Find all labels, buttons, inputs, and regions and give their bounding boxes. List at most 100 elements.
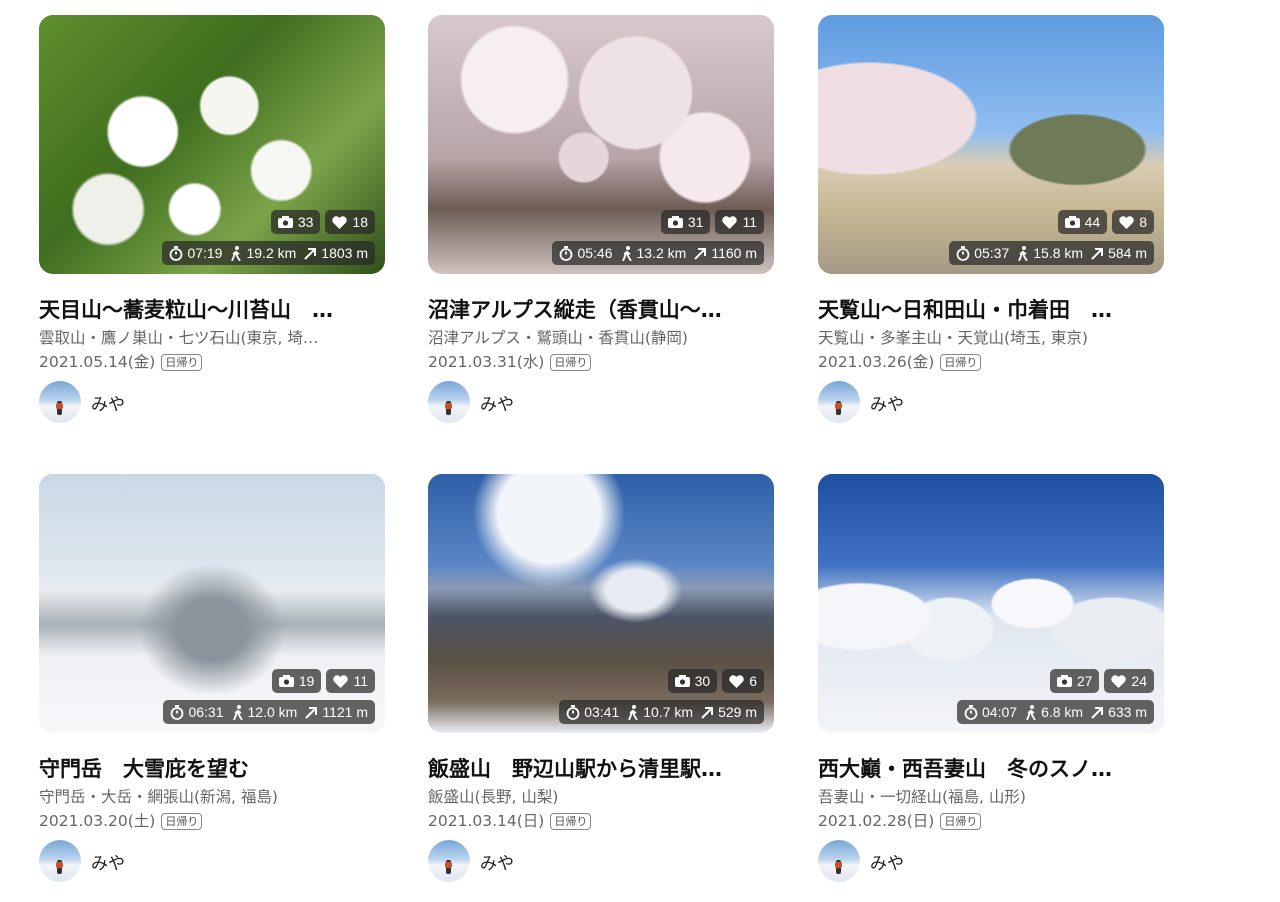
- distance-value: 13.2 km: [636, 245, 687, 261]
- time-value: 07:19: [187, 245, 223, 261]
- activity-photo[interactable]: 44 8 05:37 15.8 km 584 m: [818, 15, 1164, 274]
- heart-icon: [1111, 674, 1127, 688]
- activity-title[interactable]: 天目山〜蕎麦粒山〜川苔山 …: [39, 296, 375, 324]
- avatar[interactable]: [39, 381, 81, 423]
- activity-photo[interactable]: 19 11 06:31 12.0 km 1121 m: [39, 474, 385, 733]
- user-name[interactable]: みや: [91, 390, 125, 415]
- photo-count-value: 19: [298, 673, 315, 689]
- ascent-value: 584 m: [1108, 245, 1147, 261]
- like-count: 6: [722, 669, 764, 693]
- walk-icon: [1026, 704, 1036, 720]
- activity-title[interactable]: 飯盛山 野辺山駅から清里駅…: [428, 755, 764, 783]
- photo-count-value: 27: [1076, 673, 1093, 689]
- activity-card[interactable]: 44 8 05:37 15.8 km 584 m 天覧山〜日和田山・巾着田 … …: [818, 15, 1164, 423]
- activity-user[interactable]: みや: [428, 840, 774, 882]
- photo-count: 30: [667, 669, 718, 693]
- activity-date: 2021.03.14(日): [428, 812, 545, 830]
- activity-date-row: 2021.05.14(金) 日帰り: [39, 351, 385, 373]
- user-name[interactable]: みや: [870, 849, 904, 874]
- user-name[interactable]: みや: [91, 849, 125, 874]
- activity-user[interactable]: みや: [428, 381, 774, 423]
- ascent-arrow-icon: [304, 247, 317, 260]
- activity-user[interactable]: みや: [818, 381, 1164, 423]
- activity-area[interactable]: 雲取山・鷹ノ巣山・七ツ石山(東京, 埼…: [39, 327, 375, 349]
- activity-area[interactable]: 守門岳・大岳・網張山(新潟, 福島): [39, 786, 375, 808]
- photo-count: 31: [660, 210, 711, 234]
- timer-icon: [964, 704, 978, 720]
- photo-count-value: 44: [1084, 214, 1101, 230]
- walk-icon: [1018, 245, 1029, 261]
- camera-icon: [1056, 675, 1072, 687]
- ascent-arrow-icon: [694, 247, 707, 260]
- activity-title[interactable]: 西大巓・西吾妻山 冬のスノ…: [818, 755, 1154, 783]
- activity-photo[interactable]: 33 18 07:19 19.2 km 1803 m: [39, 15, 385, 274]
- activity-stats: 07:19 19.2 km 1803 m: [162, 241, 375, 265]
- avatar[interactable]: [428, 381, 470, 423]
- time-value: 04:07: [982, 704, 1018, 720]
- activity-user[interactable]: みや: [39, 381, 385, 423]
- activity-user[interactable]: みや: [818, 840, 1164, 882]
- activity-user[interactable]: みや: [39, 840, 385, 882]
- activity-area[interactable]: 吾妻山・一切経山(福島, 山形): [818, 786, 1154, 808]
- activity-area[interactable]: 沼津アルプス・鷲頭山・香貫山(静岡): [428, 327, 764, 349]
- time-value: 05:37: [974, 245, 1010, 261]
- trip-type-badge: 日帰り: [161, 353, 203, 371]
- trip-type-badge: 日帰り: [940, 353, 982, 371]
- photo-count: 33: [270, 210, 321, 234]
- activity-date: 2021.03.26(金): [818, 353, 935, 371]
- trip-type-badge: 日帰り: [940, 812, 982, 830]
- avatar[interactable]: [818, 381, 860, 423]
- like-count-value: 11: [742, 214, 757, 230]
- activity-stats: 05:37 15.8 km 584 m: [949, 241, 1154, 265]
- user-name[interactable]: みや: [870, 390, 904, 415]
- activity-stats: 04:07 6.8 km 633 m: [957, 700, 1154, 724]
- photo-count: 27: [1049, 669, 1100, 693]
- heart-icon: [722, 215, 738, 229]
- activity-date: 2021.05.14(金): [39, 353, 156, 371]
- timer-icon: [171, 704, 184, 720]
- activity-date: 2021.02.28(日): [818, 812, 935, 830]
- like-count-value: 24: [1131, 673, 1147, 689]
- activity-card[interactable]: 30 6 03:41 10.7 km 529 m 飯盛山 野辺山駅から清里駅… …: [428, 474, 774, 882]
- activity-date-row: 2021.03.31(水) 日帰り: [428, 351, 774, 373]
- distance-value: 12.0 km: [247, 704, 298, 720]
- avatar[interactable]: [39, 840, 81, 882]
- activity-date-row: 2021.03.14(日) 日帰り: [428, 810, 774, 832]
- activity-card[interactable]: 27 24 04:07 6.8 km 633 m 西大巓・西吾妻山 冬のスノ… …: [818, 474, 1164, 882]
- user-name[interactable]: みや: [480, 390, 514, 415]
- activity-card[interactable]: 19 11 06:31 12.0 km 1121 m 守門岳 大雪庇を望む 守門…: [39, 474, 385, 882]
- timer-icon: [566, 704, 580, 720]
- avatar[interactable]: [428, 840, 470, 882]
- activity-area[interactable]: 天覧山・多峯主山・天覚山(埼玉, 東京): [818, 327, 1154, 349]
- trip-type-badge: 日帰り: [550, 812, 592, 830]
- activity-photo[interactable]: 31 11 05:46 13.2 km 1160 m: [428, 15, 774, 274]
- camera-icon: [674, 675, 690, 687]
- like-count-value: 11: [353, 673, 368, 689]
- ascent-arrow-icon: [1091, 706, 1104, 719]
- like-count: 11: [326, 669, 375, 693]
- photo-count-value: 33: [297, 214, 314, 230]
- activity-title[interactable]: 天覧山〜日和田山・巾着田 …: [818, 296, 1154, 324]
- ascent-value: 633 m: [1108, 704, 1147, 720]
- activity-stats: 06:31 12.0 km 1121 m: [163, 700, 375, 724]
- activity-card[interactable]: 31 11 05:46 13.2 km 1160 m 沼津アルプス縦走（香貫山〜…: [428, 15, 774, 423]
- heart-icon: [729, 674, 744, 688]
- ascent-arrow-icon: [1091, 247, 1104, 260]
- activity-photo[interactable]: 27 24 04:07 6.8 km 633 m: [818, 474, 1164, 733]
- distance-value: 15.8 km: [1033, 245, 1084, 261]
- avatar[interactable]: [818, 840, 860, 882]
- heart-icon: [332, 215, 348, 229]
- activity-date-row: 2021.03.26(金) 日帰り: [818, 351, 1164, 373]
- user-name[interactable]: みや: [480, 849, 514, 874]
- activity-title[interactable]: 沼津アルプス縦走（香貫山〜…: [428, 296, 764, 324]
- activity-date-row: 2021.03.20(土) 日帰り: [39, 810, 385, 832]
- activity-area[interactable]: 飯盛山(長野, 山梨): [428, 786, 764, 808]
- time-value: 05:46: [577, 245, 613, 261]
- camera-icon: [1064, 216, 1080, 228]
- time-value: 06:31: [188, 704, 224, 720]
- activity-photo[interactable]: 30 6 03:41 10.7 km 529 m: [428, 474, 774, 733]
- ascent-value: 1803 m: [321, 245, 368, 261]
- activity-card[interactable]: 33 18 07:19 19.2 km 1803 m 天目山〜蕎麦粒山〜川苔山 …: [39, 15, 385, 423]
- activity-title[interactable]: 守門岳 大雪庇を望む: [39, 755, 375, 783]
- like-count: 8: [1112, 210, 1154, 234]
